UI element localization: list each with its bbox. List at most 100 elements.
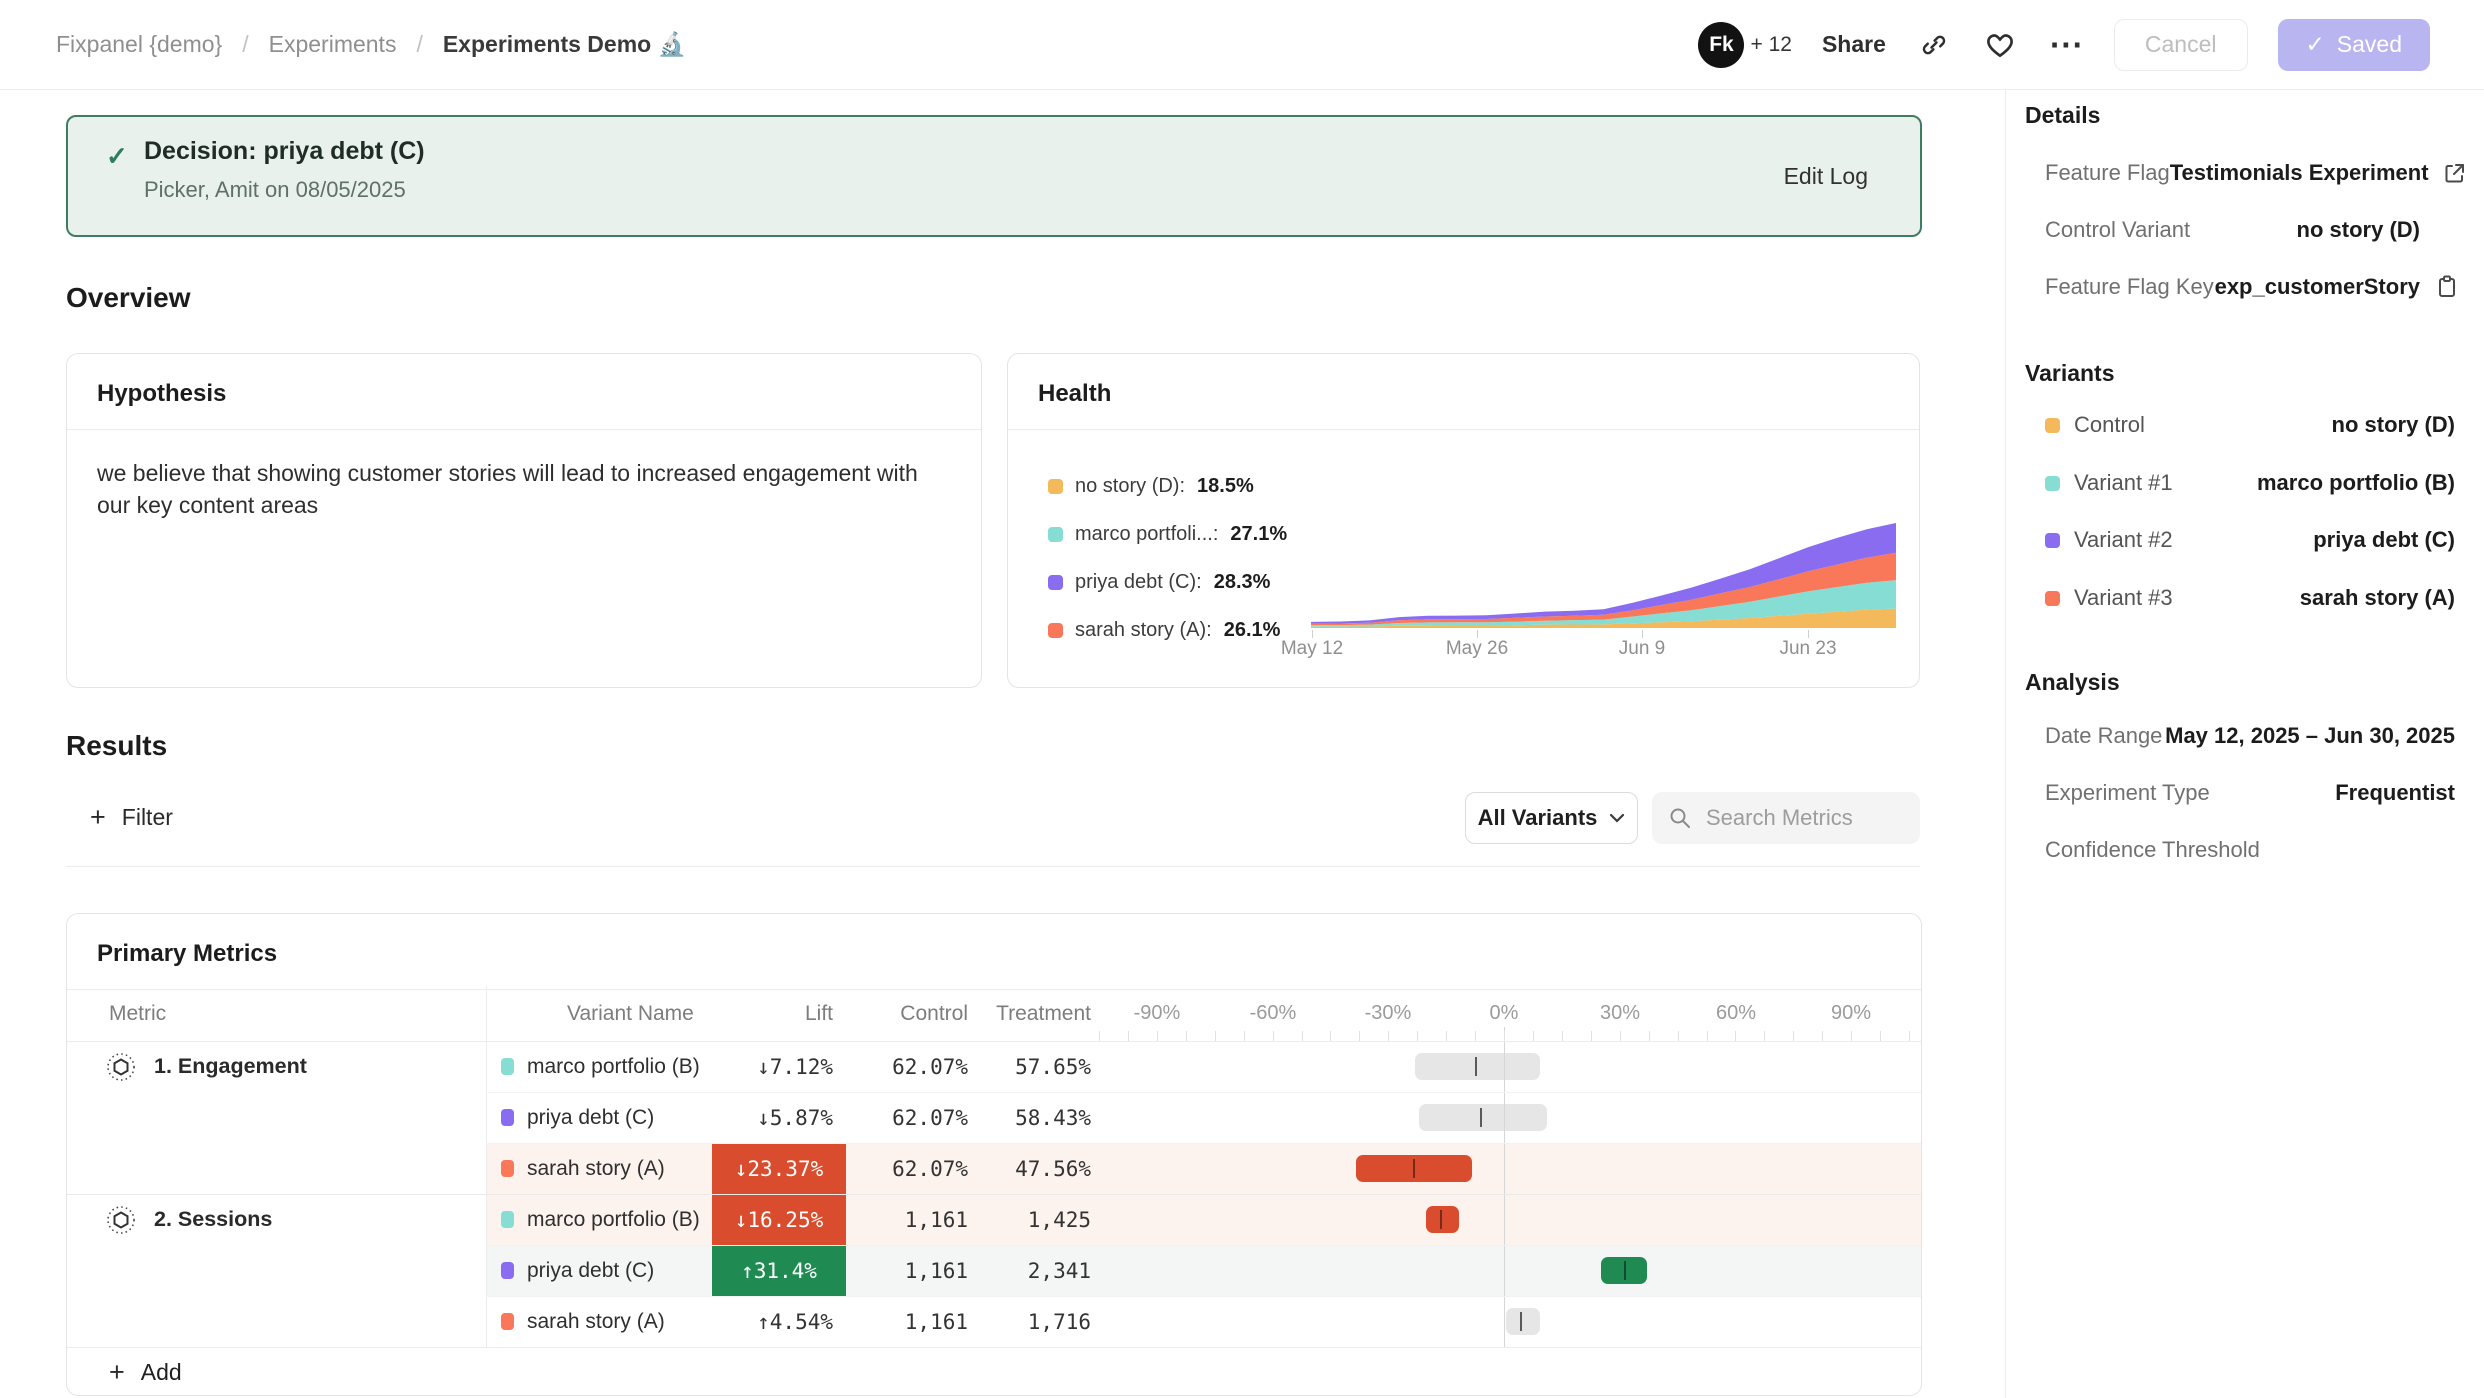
experiments-page: Fixpanel {demo} / Experiments / Experime… (0, 0, 2484, 1398)
treatment-value: 47.56% (966, 1143, 1091, 1194)
add-filter-button[interactable]: + Filter (90, 794, 173, 840)
confidence-interval-bar (1601, 1257, 1647, 1284)
saved-button-label: Saved (2337, 31, 2402, 58)
detail-label: Control Variant (2045, 217, 2190, 243)
row-divider (486, 1296, 1921, 1297)
control-value: 62.07% (818, 1143, 968, 1194)
breadcrumb-project[interactable]: Fixpanel {demo} (56, 31, 222, 58)
health-legend-item: sarah story (A): 26.1% (1048, 619, 1280, 641)
table-row[interactable]: marco portfolio (B) ↓16.25% 1,161 1,425 (486, 1194, 1921, 1245)
external-link-icon[interactable] (2443, 161, 2467, 185)
legend-value: 28.3% (1214, 571, 1271, 594)
analysis-value: Frequentist (2335, 780, 2455, 806)
avatar[interactable]: Fk (1698, 22, 1744, 68)
decision-title: Decision: priya debt (C) (144, 137, 425, 166)
saved-button[interactable]: ✓ Saved (2278, 19, 2431, 71)
analysis-label: Confidence Threshold (2045, 837, 2260, 863)
all-variants-dropdown[interactable]: All Variants (1465, 792, 1638, 844)
variant-name: priya debt (C) (527, 1106, 654, 1130)
detail-value-link[interactable]: Testimonials Experiment (2170, 160, 2429, 186)
legend-label: priya debt (C): (1075, 571, 1202, 594)
metric-group-sessions[interactable]: 2. Sessions (106, 1194, 272, 1245)
metric-group-engagement[interactable]: 1. Engagement (106, 1041, 307, 1092)
legend-label: no story (D): (1075, 475, 1185, 498)
table-row[interactable]: priya debt (C) ↓5.87% 62.07% 58.43% (486, 1092, 1921, 1143)
axis-minor-tick (1244, 1031, 1245, 1041)
col-header-metric: Metric (109, 1002, 166, 1026)
variant-color-swatch (501, 1211, 514, 1228)
analysis-label: Experiment Type (2045, 780, 2210, 806)
detail-label: Feature Flag Key (2045, 274, 2214, 300)
variant-color-swatch (2045, 418, 2060, 433)
axis-minor-tick (1793, 1031, 1794, 1041)
axis-minor-tick (1330, 1031, 1331, 1041)
x-axis-tick (1642, 630, 1643, 638)
table-row[interactable]: sarah story (A) ↑4.54% 1,161 1,716 (486, 1296, 1921, 1347)
axis-minor-tick (1215, 1031, 1216, 1041)
legend-swatch (1048, 479, 1063, 494)
variant-color-swatch (501, 1109, 514, 1126)
health-card-title: Health (1038, 380, 1111, 408)
copy-link-icon[interactable] (1916, 27, 1952, 63)
confidence-interval-cell (1094, 1296, 1921, 1347)
x-axis-label: May 26 (1446, 638, 1508, 660)
confidence-interval-bar (1356, 1155, 1472, 1182)
detail-label: Feature Flag (2045, 160, 2170, 186)
ci-point-tick (1413, 1159, 1415, 1178)
treatment-value: 1,716 (966, 1296, 1091, 1347)
health-stacked-area-chart (1311, 516, 1896, 631)
collaborators[interactable]: Fk + 12 (1698, 22, 1791, 68)
variant-row-3: Variant #3 sarah story (A) (2045, 581, 2455, 615)
variant-label: Variant #3 (2074, 585, 2173, 611)
axis-minor-tick (1273, 1031, 1274, 1041)
table-row[interactable]: priya debt (C) ↑31.4% 1,161 2,341 (486, 1245, 1921, 1296)
legend-swatch (1048, 575, 1063, 590)
axis-tick-label: 30% (1600, 1002, 1640, 1025)
zero-axis-line (1504, 1027, 1505, 1347)
legend-swatch (1048, 527, 1063, 542)
search-metrics-input[interactable] (1704, 804, 1898, 832)
favorite-heart-icon[interactable] (1982, 27, 2018, 63)
treatment-value: 57.65% (966, 1041, 1091, 1092)
variant-name: sarah story (A) (527, 1157, 665, 1181)
axis-minor-tick (1417, 1031, 1418, 1041)
axis-minor-tick (1533, 1031, 1534, 1041)
col-header-control: Control (818, 1002, 968, 1026)
detail-value: no story (D) (2297, 217, 2420, 243)
breadcrumb-separator: / (242, 31, 248, 58)
variant-value: no story (D) (2332, 412, 2455, 438)
decision-subtitle: Picker, Amit on 08/05/2025 (144, 177, 406, 203)
add-metric-button[interactable]: + Add (67, 1347, 1921, 1396)
x-axis-tick (1312, 630, 1313, 638)
detail-row-control-variant: Control Variant no story (D) (2045, 213, 2460, 247)
breadcrumb-current: Experiments Demo 🔬 (443, 31, 686, 58)
share-button[interactable]: Share (1822, 31, 1886, 58)
table-row[interactable]: sarah story (A) ↓23.37% 62.07% 47.56% (486, 1143, 1921, 1194)
axis-minor-tick (1128, 1031, 1129, 1041)
breadcrumb-experiments[interactable]: Experiments (269, 31, 397, 58)
legend-value: 26.1% (1224, 619, 1281, 642)
x-axis-label: Jun 23 (1779, 638, 1836, 660)
edit-log-button[interactable]: Edit Log (1784, 117, 1868, 235)
search-icon (1668, 806, 1692, 830)
clipboard-copy-icon[interactable] (2434, 275, 2460, 299)
plus-icon: + (90, 804, 106, 831)
more-options-icon[interactable]: ⋯ (2048, 27, 2084, 63)
variant-color-swatch (501, 1313, 514, 1330)
table-row[interactable]: marco portfolio (B) ↓7.12% 62.07% 57.65% (486, 1041, 1921, 1092)
x-axis-label: May 12 (1281, 638, 1343, 660)
x-axis-tick (1477, 630, 1478, 638)
confidence-interval-bar (1419, 1104, 1547, 1131)
cancel-button[interactable]: Cancel (2114, 19, 2248, 71)
axis-minor-tick (1359, 1031, 1360, 1041)
metric-icon (106, 1052, 136, 1082)
axis-minor-tick (1851, 1031, 1852, 1041)
ci-point-tick (1480, 1108, 1482, 1127)
variant-name: priya debt (C) (527, 1259, 654, 1283)
axis-tick-label: 0% (1490, 1002, 1519, 1025)
sidebar-divider (2005, 89, 2006, 1398)
detail-row-feature-flag-key: Feature Flag Key exp_customerStory (2045, 270, 2460, 304)
hypothesis-text[interactable]: we believe that showing customer stories… (97, 457, 957, 521)
axis-tick-label: -90% (1134, 1002, 1181, 1025)
metric-icon (106, 1205, 136, 1235)
